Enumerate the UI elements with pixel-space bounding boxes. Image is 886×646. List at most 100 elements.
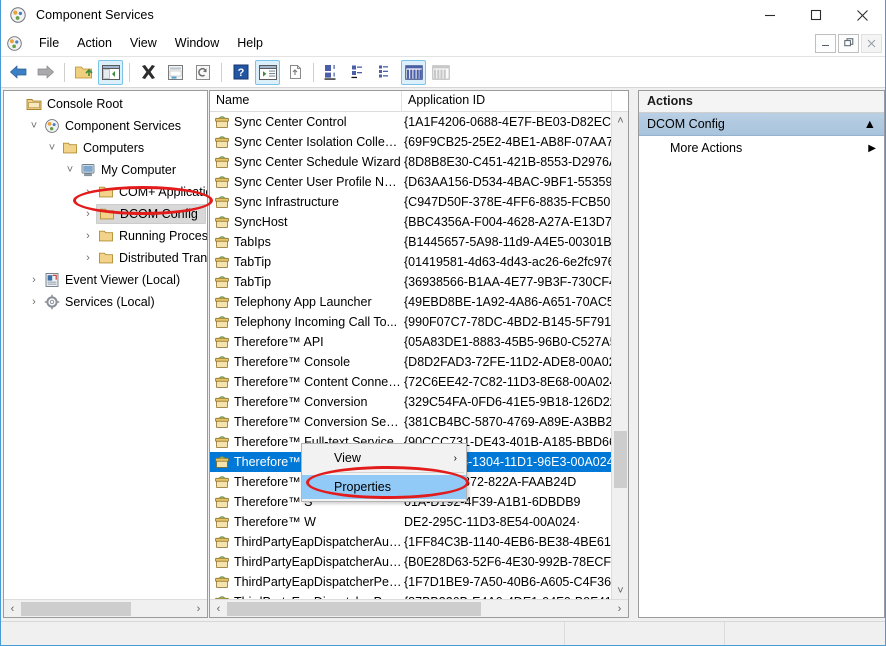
list-row[interactable]: Therefore™ Content Connec...{72C6EE42-7C… — [210, 372, 611, 392]
list-row[interactable]: TabTip{36938566-B1AA-4E77-9B3F-730CF4E — [210, 272, 611, 292]
tree-node-content[interactable]: Distributed Transа — [96, 249, 207, 267]
tree-hscroll-left-arrow[interactable]: ‹ — [4, 600, 21, 617]
tree-node-computers[interactable]: ˅Computers — [4, 137, 207, 159]
list-row[interactable]: ThirdPartyEapDispatcherAut...{B0E28D63-5… — [210, 552, 611, 572]
list-hscroll-track[interactable] — [227, 600, 611, 618]
chevron-down-icon[interactable]: ˅ — [26, 121, 42, 132]
chevron-right-icon[interactable]: › — [80, 209, 96, 220]
tree-hscroll-thumb[interactable] — [21, 602, 131, 616]
tree-node-running-processe[interactable]: ›Running Processe — [4, 225, 207, 247]
chevron-right-icon[interactable]: › — [26, 297, 42, 308]
detail-view-button[interactable] — [401, 60, 426, 85]
up-one-level-button[interactable] — [71, 60, 96, 85]
list-row[interactable]: Sync Center Isolation Collect...{69F9CB2… — [210, 132, 611, 152]
list-row[interactable]: Telephony Incoming Call To...{990F07C7-7… — [210, 312, 611, 332]
list-row[interactable]: Therefore™ API{05A83DE1-8883-45B5-96B0-C… — [210, 332, 611, 352]
list-row[interactable]: ThirdPartyEapDispatcherAut...{1FF84C3B-1… — [210, 532, 611, 552]
tree-node-component-services[interactable]: ˅Component Services — [4, 115, 207, 137]
list-vscroll-up-arrow[interactable]: ˄ — [612, 112, 629, 129]
column-header-application-id[interactable]: Application ID — [402, 91, 612, 112]
list-hscroll-thumb[interactable] — [227, 602, 481, 616]
large-icons-view-button[interactable] — [320, 60, 345, 85]
chevron-down-icon[interactable]: ˅ — [44, 143, 60, 154]
chevron-up-icon[interactable]: ▲ — [864, 117, 876, 131]
chevron-right-icon[interactable]: › — [26, 275, 42, 286]
show-hide-console-tree-button[interactable] — [98, 60, 123, 85]
help-button[interactable]: ? — [228, 60, 253, 85]
small-icons-view-button[interactable] — [347, 60, 372, 85]
tree-node-my-computer[interactable]: ˅My Computer — [4, 159, 207, 181]
chevron-right-icon[interactable]: › — [80, 187, 96, 198]
tree-horizontal-scrollbar[interactable]: ‹ › — [4, 599, 207, 617]
tree-node-services-local[interactable]: ›Services (Local) — [4, 291, 207, 313]
list-row[interactable]: Therefore™ Console{D8D2FAD3-72FE-11D2-AD… — [210, 352, 611, 372]
tree-node-content[interactable]: My Computer — [78, 161, 178, 179]
close-button[interactable] — [839, 0, 885, 30]
mdi-restore-button[interactable] — [838, 34, 859, 53]
list-row[interactable]: TabIps{B1445657-5A98-11d9-A4E5-00301BB — [210, 232, 611, 252]
context-menu-item-view[interactable]: View › — [302, 446, 466, 470]
maximize-button[interactable] — [793, 0, 839, 30]
list-horizontal-scrollbar[interactable]: ‹ › — [210, 599, 628, 617]
action-item-more-actions[interactable]: More Actions ▶ — [639, 136, 884, 160]
list-vscroll-thumb[interactable] — [614, 431, 627, 488]
tree-node-event-viewer-local[interactable]: ›Event Viewer (Local) — [4, 269, 207, 291]
menu-action[interactable]: Action — [68, 33, 121, 53]
list-row[interactable]: Sync Center Control{1A1F4206-0688-4E7F-B… — [210, 112, 611, 132]
context-menu-item-properties[interactable]: Properties — [302, 475, 466, 499]
chevron-down-icon[interactable]: ˅ — [62, 165, 78, 176]
show-hide-action-pane-button[interactable] — [255, 60, 280, 85]
chevron-right-icon[interactable]: › — [80, 231, 96, 242]
export-list-button[interactable] — [282, 60, 307, 85]
tree-node-content[interactable]: Console Root — [24, 95, 125, 113]
mdi-close-button[interactable] — [861, 34, 882, 53]
tree-node-content[interactable]: Component Services — [42, 117, 183, 135]
menu-view[interactable]: View — [121, 33, 166, 53]
list-view-button[interactable] — [374, 60, 399, 85]
list-vscroll-down-arrow[interactable]: ˅ — [612, 582, 629, 599]
tree-node-content[interactable]: Computers — [60, 139, 146, 157]
tree-node-content[interactable]: Event Viewer (Local) — [42, 271, 182, 289]
menu-help[interactable]: Help — [228, 33, 272, 53]
properties-button[interactable] — [163, 60, 188, 85]
chevron-right-icon[interactable]: › — [80, 253, 96, 264]
list-row[interactable]: Therefore™ WDE2-295C-11D3-8E54-00A024· — [210, 512, 611, 532]
dcom-package-icon — [214, 234, 230, 250]
list-row[interactable]: ThirdPartyEapDispatcherPeer...{87BB326B-… — [210, 592, 611, 599]
list-hscroll-right-arrow[interactable]: › — [611, 600, 628, 617]
delete-button[interactable] — [136, 60, 161, 85]
actions-group-dcom-config[interactable]: DCOM Config ▲ — [639, 113, 884, 136]
tree-node-dcom-config[interactable]: ›DCOM Config — [4, 203, 207, 225]
list-row[interactable]: Sync Infrastructure{C947D50F-378E-4FF6-8… — [210, 192, 611, 212]
tree-node-content[interactable]: COM+ Applicatio — [96, 183, 207, 201]
refresh-button[interactable] — [190, 60, 215, 85]
list-row[interactable]: Sync Center User Profile Noti...{D63AA15… — [210, 172, 611, 192]
menu-file[interactable]: File — [30, 33, 68, 53]
list-row[interactable]: TabTip{01419581-4d63-4d43-ac26-6e2fc976· — [210, 252, 611, 272]
list-row[interactable]: SyncHost{BBC4356A-F004-4628-A27A-E13D70· — [210, 212, 611, 232]
forward-button[interactable] — [33, 60, 58, 85]
back-button[interactable] — [6, 60, 31, 85]
mdi-minimize-button[interactable] — [815, 34, 836, 53]
minimize-button[interactable] — [747, 0, 793, 30]
tree-node-distributed-trans[interactable]: ›Distributed Transа — [4, 247, 207, 269]
list-row[interactable]: Therefore™ Conversion Servi...{381CB4BC-… — [210, 412, 611, 432]
tree-node-content[interactable]: Services (Local) — [42, 293, 157, 311]
tile-view-button[interactable] — [428, 60, 453, 85]
column-header-name[interactable]: Name — [210, 91, 402, 112]
list-row[interactable]: Sync Center Schedule Wizard{8D8B8E30-C45… — [210, 152, 611, 172]
menu-window[interactable]: Window — [166, 33, 228, 53]
list-row[interactable]: Therefore™ Conversion{329C54FA-0FD6-41E5… — [210, 392, 611, 412]
tree-node-console-root[interactable]: Console Root — [4, 93, 207, 115]
list-vscroll-track[interactable] — [612, 129, 629, 582]
tree-hscroll-track[interactable] — [21, 600, 190, 618]
list-vertical-scrollbar[interactable]: ˄ ˅ — [611, 112, 628, 599]
tree-node-com-applicatio[interactable]: ›COM+ Applicatio — [4, 181, 207, 203]
list-hscroll-left-arrow[interactable]: ‹ — [210, 600, 227, 617]
list-row[interactable]: ThirdPartyEapDispatcherPeer...{1F7D1BE9-… — [210, 572, 611, 592]
tree-node-content[interactable]: Running Processe — [96, 227, 207, 245]
tree-node-content[interactable]: DCOM Config — [96, 204, 206, 224]
tree-hscroll-right-arrow[interactable]: › — [190, 600, 207, 617]
list-cell-name-text: Telephony App Launcher — [234, 295, 372, 309]
list-row[interactable]: Telephony App Launcher{49EBD8BE-1A92-4A8… — [210, 292, 611, 312]
